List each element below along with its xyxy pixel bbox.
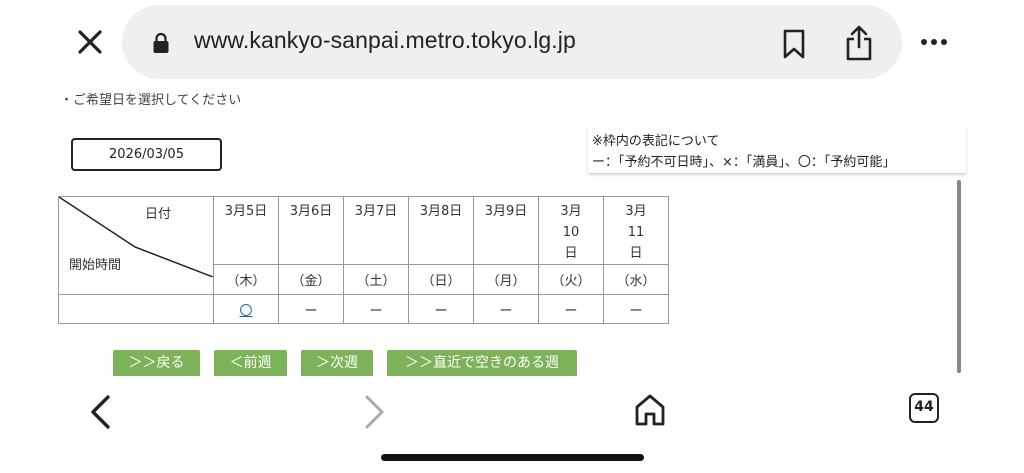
home-indicator	[381, 454, 644, 461]
home-icon[interactable]	[634, 393, 666, 427]
day-date: 3月11日	[603, 196, 669, 265]
day-weekday: （金）	[278, 264, 344, 295]
back-arrow-icon[interactable]	[88, 394, 112, 430]
prev-week-button[interactable]: ＜前週	[214, 350, 287, 377]
slot-cell: ー	[278, 294, 344, 324]
vertical-scrollbar[interactable]	[957, 180, 961, 373]
next-week-button[interactable]: ＞次週	[301, 350, 373, 377]
date-field[interactable]: 2026/03/05	[71, 138, 222, 171]
slot-cell: ー	[343, 294, 409, 324]
corner-header: 日付 開始時間	[58, 196, 214, 295]
day-weekday: （月）	[473, 264, 539, 295]
legend-box: ※枠内の表記について ー：「予約不可日時」、×：「満員」、〇：「予約可能」	[588, 127, 966, 173]
url-text: www.kankyo-sanpai.metro.tokyo.lg.jp	[194, 27, 576, 53]
address-bar[interactable]: www.kankyo-sanpai.metro.tokyo.lg.jp	[122, 5, 902, 79]
slot-cell: ー	[473, 294, 539, 324]
day-date: 3月6日	[278, 196, 344, 265]
header-time-label: 開始時間	[69, 258, 122, 273]
bookmark-icon[interactable]	[782, 29, 806, 59]
more-options-icon[interactable]	[920, 30, 948, 54]
day-date: 3月9日	[473, 196, 539, 265]
legend-text: ー：「予約不可日時」、×：「満員」、〇：「予約可能」	[592, 155, 896, 170]
day-date: 3月7日	[343, 196, 409, 265]
time-slot-label	[58, 294, 214, 324]
slot-cell: ー	[408, 294, 474, 324]
browser-bottom-bar: 44	[0, 376, 1024, 473]
tabs-count-button[interactable]: 44	[909, 393, 939, 423]
day-date: 3月10日	[538, 196, 604, 265]
day-weekday: （火）	[538, 264, 604, 295]
slot-cell[interactable]: 〇	[213, 294, 279, 324]
legend-title: ※枠内の表記について	[592, 134, 720, 149]
instruction-text: ・ご希望日を選択してください	[60, 93, 242, 108]
day-weekday: （土）	[343, 264, 409, 295]
day-date: 3月5日	[213, 196, 279, 265]
nearest-available-week-button[interactable]: ＞＞直近で空きのある週	[387, 350, 577, 377]
browser-top-bar: www.kankyo-sanpai.metro.tokyo.lg.jp	[0, 0, 1024, 84]
lock-icon	[153, 32, 169, 53]
reservation-calendar: 日付 開始時間 3月5日 3月6日 3月7日 3月8日 3月9日 3月10日 3…	[58, 196, 669, 324]
header-date-label: 日付	[145, 207, 172, 222]
day-weekday: （日）	[408, 264, 474, 295]
day-weekday: （木）	[213, 264, 279, 295]
day-date: 3月8日	[408, 196, 474, 265]
available-slot-link[interactable]: 〇	[239, 304, 252, 319]
share-icon[interactable]	[844, 24, 874, 62]
back-button[interactable]: ＞＞戻る	[113, 350, 200, 377]
day-weekday: （水）	[603, 264, 669, 295]
forward-arrow-icon[interactable]	[362, 394, 386, 430]
slot-cell: ー	[538, 294, 604, 324]
close-icon[interactable]	[74, 26, 106, 58]
slot-cell: ー	[603, 294, 669, 324]
